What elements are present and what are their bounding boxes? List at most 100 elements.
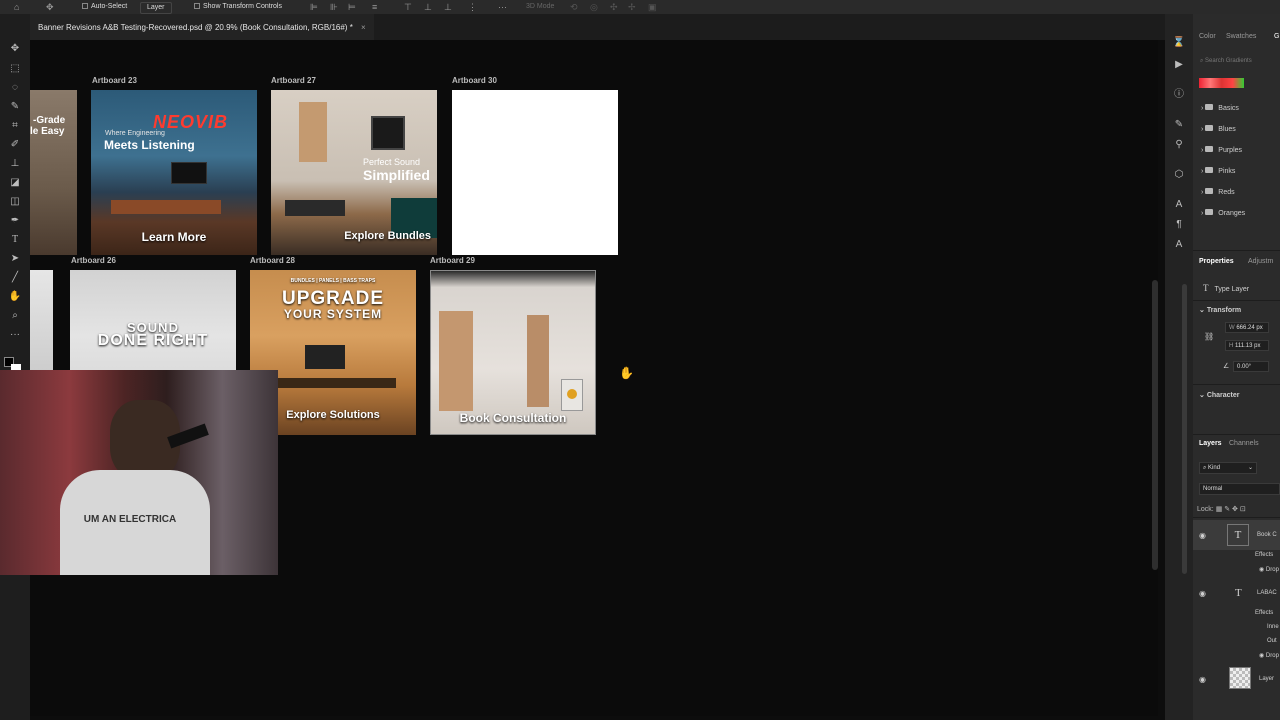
artboard-23[interactable]: NEOVIB Where Engineering Meets Listening… <box>91 90 257 255</box>
search-placeholder: Search Gradients <box>1205 58 1252 64</box>
clone-source-icon[interactable]: ⚲ <box>1171 138 1187 152</box>
blend-mode-select[interactable]: Normal <box>1199 483 1280 495</box>
align-right-icon[interactable]: ⊨ <box>348 2 356 12</box>
path-select-icon[interactable]: ➤ <box>7 252 23 266</box>
quick-select-icon[interactable]: ✎ <box>7 100 23 114</box>
layers-tab[interactable]: Layers <box>1199 440 1222 447</box>
width-field[interactable]: W 666.24 px <box>1225 322 1269 333</box>
character-section[interactable]: ⌄ Character <box>1199 391 1240 399</box>
angle-field[interactable]: 0.00° <box>1233 361 1269 372</box>
distribute-vertical-icon[interactable]: ⋮ <box>468 2 477 12</box>
color-tab[interactable]: Color <box>1199 33 1216 40</box>
home-icon[interactable]: ⌂ <box>14 2 19 12</box>
history-icon[interactable]: ⌛ <box>1171 36 1187 50</box>
3d-pan-icon[interactable]: ✣ <box>610 2 618 12</box>
more-options-icon[interactable]: ··· <box>498 2 507 12</box>
3d-rotate-icon[interactable]: ⟲ <box>570 2 578 12</box>
cta-text: Explore Bundles <box>344 230 431 242</box>
shape-icon[interactable]: ╱ <box>7 271 23 285</box>
stamp-icon[interactable]: ⊥ <box>7 157 23 171</box>
layer-row[interactable]: ◉ Layer <box>1193 666 1280 692</box>
artboard-29[interactable]: Book Consultation <box>430 270 596 435</box>
layer-row-selected[interactable]: ◉ T Book C <box>1193 520 1280 550</box>
artboard-label[interactable]: Artboard 30 <box>452 76 497 85</box>
marquee-icon[interactable]: ⬚ <box>7 62 23 76</box>
visibility-eye-icon[interactable]: ◉ <box>1199 589 1206 598</box>
gradient-folder[interactable]: › Reds <box>1201 188 1235 196</box>
character-icon[interactable]: A <box>1171 198 1187 212</box>
link-icon[interactable]: ⛓ <box>1204 332 1214 341</box>
artboard-label[interactable]: Artboard 23 <box>92 76 137 85</box>
show-transform-label: Show Transform Controls <box>203 3 282 10</box>
more-tools-icon[interactable]: ··· <box>7 328 23 342</box>
move-icon[interactable]: ✥ <box>7 42 23 56</box>
panel-icon-strip: ⌛ ▶ ⓘ ✎ ⚲ ⬡ A ¶ A <box>1165 14 1193 720</box>
align-middle-icon[interactable]: ⊥ <box>424 2 432 12</box>
swatches-tab[interactable]: Swatches <box>1226 33 1256 40</box>
3d-scale-icon[interactable]: ▣ <box>648 2 657 12</box>
type-icon[interactable]: T <box>7 233 23 247</box>
artboard-30-blank[interactable] <box>452 90 618 255</box>
height-field[interactable]: H 111.13 px <box>1225 340 1269 351</box>
eraser-icon[interactable]: ◪ <box>7 176 23 190</box>
recent-gradients-strip[interactable] <box>1199 78 1244 88</box>
gradient-search-field[interactable]: ⌕ Search Gradients <box>1197 56 1280 68</box>
adjustments-tab[interactable]: Adjustm <box>1248 258 1273 265</box>
hand-icon[interactable]: ✋ <box>7 290 23 304</box>
transform-section[interactable]: ⌄ Transform <box>1199 306 1241 314</box>
gradient-folder[interactable]: › Pinks <box>1201 167 1235 175</box>
align-top-icon[interactable]: ⊤ <box>404 2 412 12</box>
align-left-icon[interactable]: ⊫ <box>310 2 318 12</box>
zoom-icon[interactable]: ⌕ <box>7 309 23 323</box>
document-tab[interactable]: Banner Revisions A&B Testing-Recovered.p… <box>30 14 374 40</box>
synth-shape <box>285 200 345 216</box>
auto-select-checkbox[interactable]: Auto-Select <box>82 2 127 12</box>
align-center-icon[interactable]: ⊪ <box>330 2 338 12</box>
lock-icons[interactable]: ▦ ✎ ✥ ⊡ <box>1216 506 1246 513</box>
panel-scrollbar[interactable] <box>1182 284 1187 574</box>
lasso-icon[interactable]: ◌ <box>7 81 23 95</box>
brush-icon[interactable]: ✐ <box>7 138 23 152</box>
artboard-27[interactable]: Perfect Sound Simplified Explore Bundles <box>271 90 437 255</box>
visibility-eye-icon[interactable]: ◉ <box>1199 675 1206 684</box>
artboard-label[interactable]: Artboard 28 <box>250 256 295 265</box>
layer-effect-item[interactable]: ◉ Drop <box>1259 652 1279 659</box>
close-tab-icon[interactable]: × <box>361 23 366 32</box>
brush-settings-icon[interactable]: ✎ <box>1171 118 1187 132</box>
layer-select[interactable]: Layer <box>140 2 172 14</box>
gradient-folder[interactable]: › Purples <box>1201 146 1242 154</box>
artboard-label[interactable]: Artboard 26 <box>71 256 116 265</box>
actions-icon[interactable]: ▶ <box>1171 58 1187 72</box>
info-icon[interactable]: ⓘ <box>1171 88 1187 102</box>
align-bottom-icon[interactable]: ⊥ <box>444 2 452 12</box>
layer-kind-filter[interactable]: ⌕ Kind ⌄ <box>1199 462 1257 474</box>
pen-icon[interactable]: ✒ <box>7 214 23 228</box>
gradient-folder[interactable]: › Oranges <box>1201 209 1245 217</box>
glyphs-icon[interactable]: A <box>1171 238 1187 252</box>
visibility-eye-icon[interactable]: ◉ <box>1199 531 1206 540</box>
partial-artboard-top[interactable]: -Grade le Easy undles <box>30 90 77 255</box>
gradients-tab[interactable]: G <box>1274 33 1279 40</box>
layer-effect-item[interactable]: ◉ Drop <box>1259 566 1279 573</box>
move-tool-icon[interactable]: ✥ <box>46 2 54 12</box>
paragraph-icon[interactable]: ¶ <box>1171 218 1187 232</box>
gradient-icon[interactable]: ◫ <box>7 195 23 209</box>
properties-tab[interactable]: Properties <box>1199 258 1234 265</box>
layer-row[interactable]: ◉ T LABAC <box>1193 582 1280 604</box>
vertical-scrollbar[interactable] <box>1152 280 1158 570</box>
distribute-icon[interactable]: ≡ <box>372 2 377 12</box>
3d-slide-icon[interactable]: ✢ <box>628 2 636 12</box>
locks-row: Lock: ▦ ✎ ✥ ⊡ <box>1197 506 1246 513</box>
artboard-label[interactable]: Artboard 29 <box>430 256 475 265</box>
3d-icon[interactable]: ⬡ <box>1171 168 1187 182</box>
person-shirt-shape: UM AN ELECTRICA <box>60 470 210 575</box>
crop-icon[interactable]: ⌗ <box>7 119 23 133</box>
gradient-folder[interactable]: › Blues <box>1201 125 1236 133</box>
show-transform-checkbox[interactable]: Show Transform Controls <box>194 2 282 12</box>
artboard-label[interactable]: Artboard 27 <box>271 76 316 85</box>
channels-tab[interactable]: Channels <box>1229 440 1259 447</box>
gradient-folder[interactable]: › Basics <box>1201 104 1239 112</box>
layer-effect-item[interactable]: Inne <box>1267 624 1279 630</box>
3d-roll-icon[interactable]: ◎ <box>590 2 598 12</box>
layer-effect-item[interactable]: Out <box>1267 638 1277 644</box>
